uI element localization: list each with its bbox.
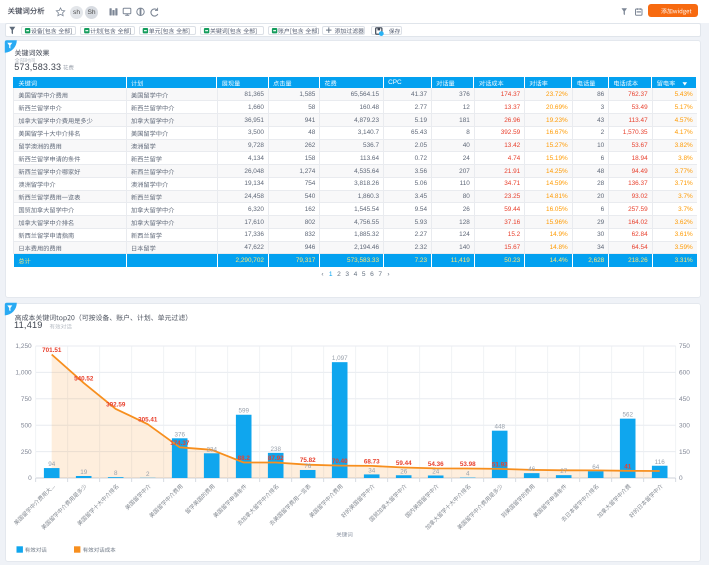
svg-text:701.51: 701.51 xyxy=(42,347,62,354)
svg-text:53.98: 53.98 xyxy=(460,461,476,468)
svg-text:750: 750 xyxy=(679,343,690,350)
svg-text:450: 450 xyxy=(679,396,690,403)
svg-text:34: 34 xyxy=(368,467,376,474)
svg-text:27: 27 xyxy=(560,468,568,475)
svg-text:562: 562 xyxy=(622,412,633,419)
svg-text:0: 0 xyxy=(679,475,683,482)
svg-text:250: 250 xyxy=(21,449,32,456)
svg-text:300: 300 xyxy=(679,422,690,429)
svg-text:600: 600 xyxy=(679,370,690,377)
svg-text:88.2: 88.2 xyxy=(238,455,251,462)
svg-text:26: 26 xyxy=(400,468,408,475)
svg-text:24: 24 xyxy=(432,469,440,476)
svg-text:87.92: 87.92 xyxy=(268,455,284,462)
svg-text:70.40: 70.40 xyxy=(332,458,348,465)
svg-text:54.36: 54.36 xyxy=(428,461,444,468)
svg-text:599: 599 xyxy=(238,408,249,415)
svg-text:234: 234 xyxy=(206,446,217,453)
svg-text:64: 64 xyxy=(592,464,600,471)
svg-text:540.52: 540.52 xyxy=(74,375,94,382)
svg-text:94: 94 xyxy=(48,461,56,468)
svg-text:51.93: 51.93 xyxy=(492,461,508,468)
svg-text:750: 750 xyxy=(21,396,32,403)
svg-text:174.37: 174.37 xyxy=(170,440,190,447)
svg-text:500: 500 xyxy=(21,422,32,429)
svg-text:238: 238 xyxy=(270,446,281,453)
svg-text:150: 150 xyxy=(679,449,690,456)
svg-text:448: 448 xyxy=(494,424,505,431)
svg-text:0: 0 xyxy=(28,475,32,482)
svg-text:1,250: 1,250 xyxy=(15,343,32,350)
svg-text:392.59: 392.59 xyxy=(106,401,126,408)
svg-text:4: 4 xyxy=(466,471,470,478)
svg-text:68.73: 68.73 xyxy=(364,458,380,465)
svg-text:75.82: 75.82 xyxy=(300,457,316,464)
svg-text:305.41: 305.41 xyxy=(138,417,158,424)
svg-text:376: 376 xyxy=(174,431,185,438)
svg-text:8: 8 xyxy=(114,470,118,477)
svg-text:1,097: 1,097 xyxy=(332,355,348,362)
svg-text:59.44: 59.44 xyxy=(396,460,412,467)
svg-text:19: 19 xyxy=(80,469,88,476)
svg-text:1,000: 1,000 xyxy=(15,370,32,377)
svg-text:2: 2 xyxy=(146,471,150,478)
svg-text:41: 41 xyxy=(624,463,632,470)
svg-text:46: 46 xyxy=(528,466,536,473)
svg-text:116: 116 xyxy=(655,459,666,466)
